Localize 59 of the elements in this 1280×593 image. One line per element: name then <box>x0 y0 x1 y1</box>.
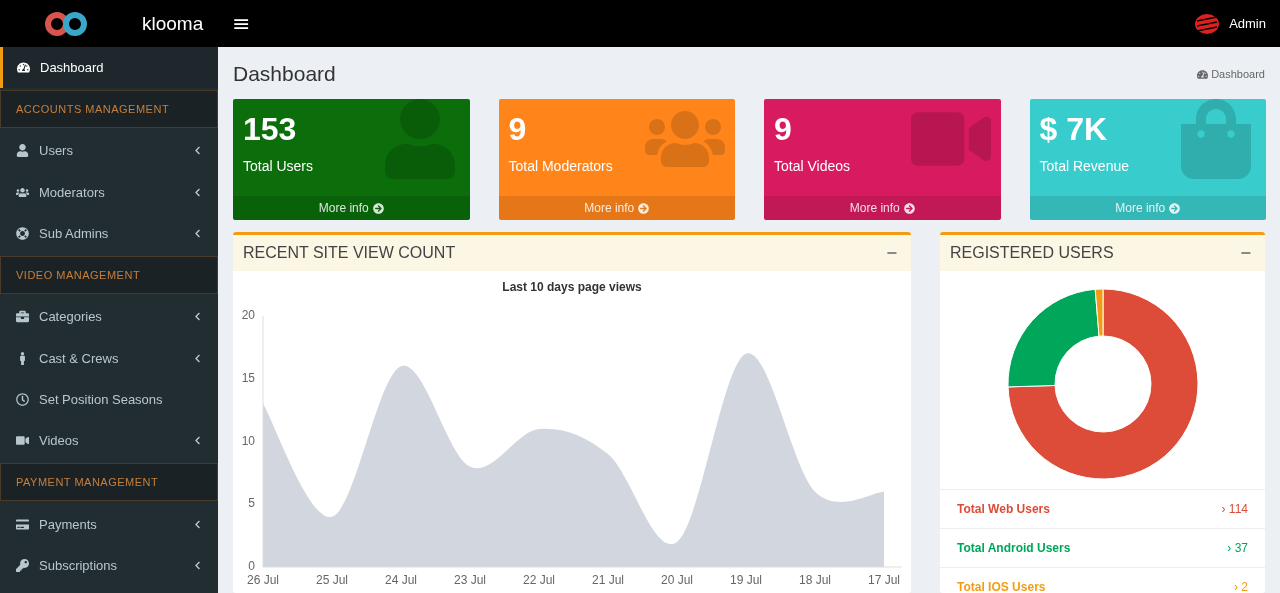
x-axis-label: 19 Jul <box>730 573 762 587</box>
sidebar-item[interactable]: Payments <box>0 503 218 545</box>
clock-icon <box>16 392 29 406</box>
briefcase-icon <box>16 310 29 324</box>
x-axis-label: 24 Jul <box>385 573 417 587</box>
more-info-link[interactable]: More info <box>764 196 1001 220</box>
legend-row[interactable]: Total Web Users › 114 <box>940 489 1265 528</box>
video-camera-icon <box>16 434 29 448</box>
x-axis-label: 25 Jul <box>316 573 348 587</box>
sidebar-item[interactable]: Moderators <box>0 171 218 213</box>
sidebar-item[interactable]: Cast & Crews <box>0 337 218 379</box>
x-axis-label: 17 Jul <box>868 573 900 587</box>
sidebar-item[interactable]: Users <box>0 130 218 172</box>
y-axis-label: 10 <box>241 433 255 448</box>
stat-label: Total Revenue <box>1039 158 1130 174</box>
stat-value: 153 <box>243 111 298 148</box>
sidebar-item[interactable]: Dashboard <box>0 47 218 89</box>
page-title: Dashboard <box>233 62 336 86</box>
y-axis-label: 20 <box>241 308 255 323</box>
user-name[interactable]: Admin <box>1229 16 1266 31</box>
stat-value: 9 <box>508 111 528 148</box>
x-axis-label: 21 Jul <box>592 573 624 587</box>
chart-title: Last 10 days page views <box>502 280 642 294</box>
user-avatar-icon <box>1195 12 1220 35</box>
y-axis-label: 0 <box>248 559 255 574</box>
more-info-link[interactable]: More info <box>233 196 470 220</box>
infinity-logo-icon <box>44 10 88 37</box>
stat-value: 9 <box>774 111 793 148</box>
credit-card-icon <box>16 517 29 531</box>
sidebar-section-heading: VIDEO MANAGEMENT <box>0 256 218 295</box>
dashboard-gauge-icon <box>17 61 30 75</box>
brand-name: klooma <box>142 12 204 35</box>
x-axis-label: 20 Jul <box>661 573 693 587</box>
x-axis-label: 22 Jul <box>523 573 555 587</box>
sidebar-item[interactable]: Set Position Seasons <box>0 378 218 421</box>
y-axis-label: 15 <box>241 370 255 385</box>
lifebuoy-icon <box>16 227 29 241</box>
x-axis-label: 26 Jul <box>247 573 279 587</box>
key-icon <box>16 558 29 572</box>
stat-value: $ 7K <box>1039 111 1109 148</box>
x-axis-label: 23 Jul <box>454 573 486 587</box>
sidebar-section-heading: PAYMENT MANAGEMENT <box>0 463 218 502</box>
users-icon <box>16 185 29 199</box>
panel-title: RECENT SITE VIEW COUNT <box>243 244 456 262</box>
user-icon <box>16 144 29 158</box>
menu-button[interactable]: ≡ <box>228 11 255 36</box>
stat-label: Total Users <box>243 158 315 174</box>
y-axis-label: 5 <box>248 496 255 511</box>
stat-label: Total Videos <box>774 158 851 174</box>
sidebar-item[interactable]: Subscriptions <box>0 544 218 586</box>
sidebar-item[interactable]: Categories <box>0 296 218 338</box>
panel-title: REGISTERED USERS <box>950 244 1114 262</box>
sidebar-item[interactable]: Videos <box>0 420 218 462</box>
sidebar-item[interactable]: Sub Admins <box>0 212 218 255</box>
sidebar-section-heading: ACCOUNTS MANAGEMENT <box>0 90 218 129</box>
stat-label: Total Moderators <box>508 158 614 174</box>
x-axis-label: 18 Jul <box>799 573 831 587</box>
breadcrumb-link[interactable]: Dashboard <box>1197 68 1265 80</box>
dashboard-gauge-icon <box>1197 68 1209 80</box>
